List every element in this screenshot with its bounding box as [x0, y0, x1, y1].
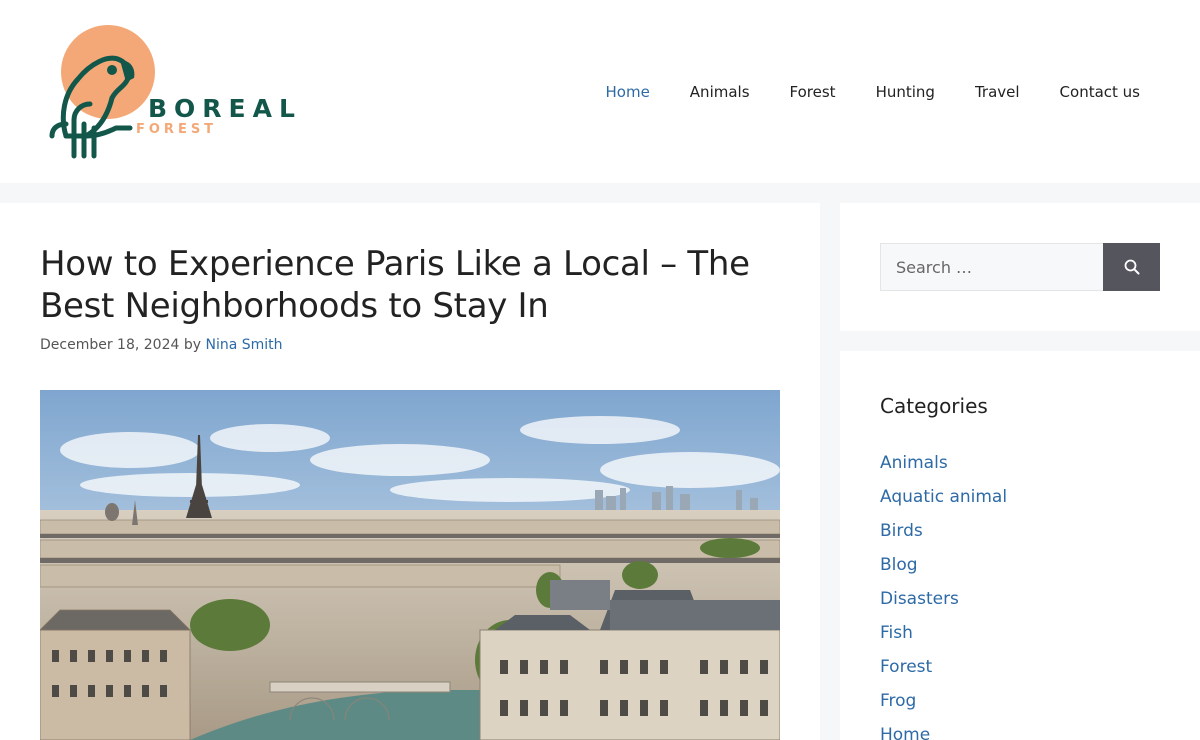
list-item: Forest [880, 655, 1007, 689]
site-logo[interactable]: BOREAL FOREST [46, 24, 306, 164]
post-title: How to Experience Paris Like a Local – T… [40, 244, 750, 326]
list-item: Blog [880, 553, 1007, 587]
post-author-link[interactable]: Nina Smith [205, 337, 282, 353]
category-link-frog[interactable]: Frog [880, 689, 916, 713]
nav-hunting[interactable]: Hunting [856, 80, 955, 104]
nav-animals[interactable]: Animals [670, 80, 770, 104]
post-date[interactable]: December 18, 2024 [40, 337, 179, 353]
logo-subtitle: FOREST [136, 122, 218, 137]
list-item: Aquatic animal [880, 485, 1007, 519]
category-link-home[interactable]: Home [880, 723, 930, 740]
nav-travel[interactable]: Travel [955, 80, 1040, 104]
post-by: by [183, 337, 202, 353]
list-item: Birds [880, 519, 1007, 553]
list-item: Home [880, 723, 1007, 740]
category-link-blog[interactable]: Blog [880, 553, 918, 577]
search-icon [1124, 259, 1139, 275]
list-item: Disasters [880, 587, 1007, 621]
nav-forest[interactable]: Forest [770, 80, 856, 104]
categories-widget: Categories Animals Aquatic animal Birds … [840, 351, 1200, 740]
list-item: Animals [880, 451, 1007, 485]
nav-home[interactable]: Home [586, 80, 670, 104]
logo-wordmark: BOREAL [148, 94, 302, 123]
search-input[interactable] [880, 243, 1103, 291]
category-link-birds[interactable]: Birds [880, 519, 923, 543]
categories-list: Animals Aquatic animal Birds Blog Disast… [880, 451, 1007, 740]
list-item: Frog [880, 689, 1007, 723]
category-link-forest[interactable]: Forest [880, 655, 932, 679]
category-link-aquatic-animal[interactable]: Aquatic animal [880, 485, 1007, 509]
site-header: BOREAL FOREST Home Animals Forest Huntin… [0, 0, 1200, 183]
search-button[interactable] [1103, 243, 1160, 291]
category-link-fish[interactable]: Fish [880, 621, 913, 645]
featured-image[interactable] [40, 390, 780, 740]
post-meta: December 18, 2024 by Nina Smith [40, 336, 283, 354]
article: How to Experience Paris Like a Local – T… [0, 203, 820, 740]
category-link-disasters[interactable]: Disasters [880, 587, 959, 611]
categories-title: Categories [880, 394, 988, 418]
nav-contact-us[interactable]: Contact us [1040, 80, 1160, 104]
search-widget [840, 203, 1200, 331]
list-item: Fish [880, 621, 1007, 655]
main-navigation: Home Animals Forest Hunting Travel Conta… [586, 80, 1161, 104]
category-link-animals[interactable]: Animals [880, 451, 948, 475]
